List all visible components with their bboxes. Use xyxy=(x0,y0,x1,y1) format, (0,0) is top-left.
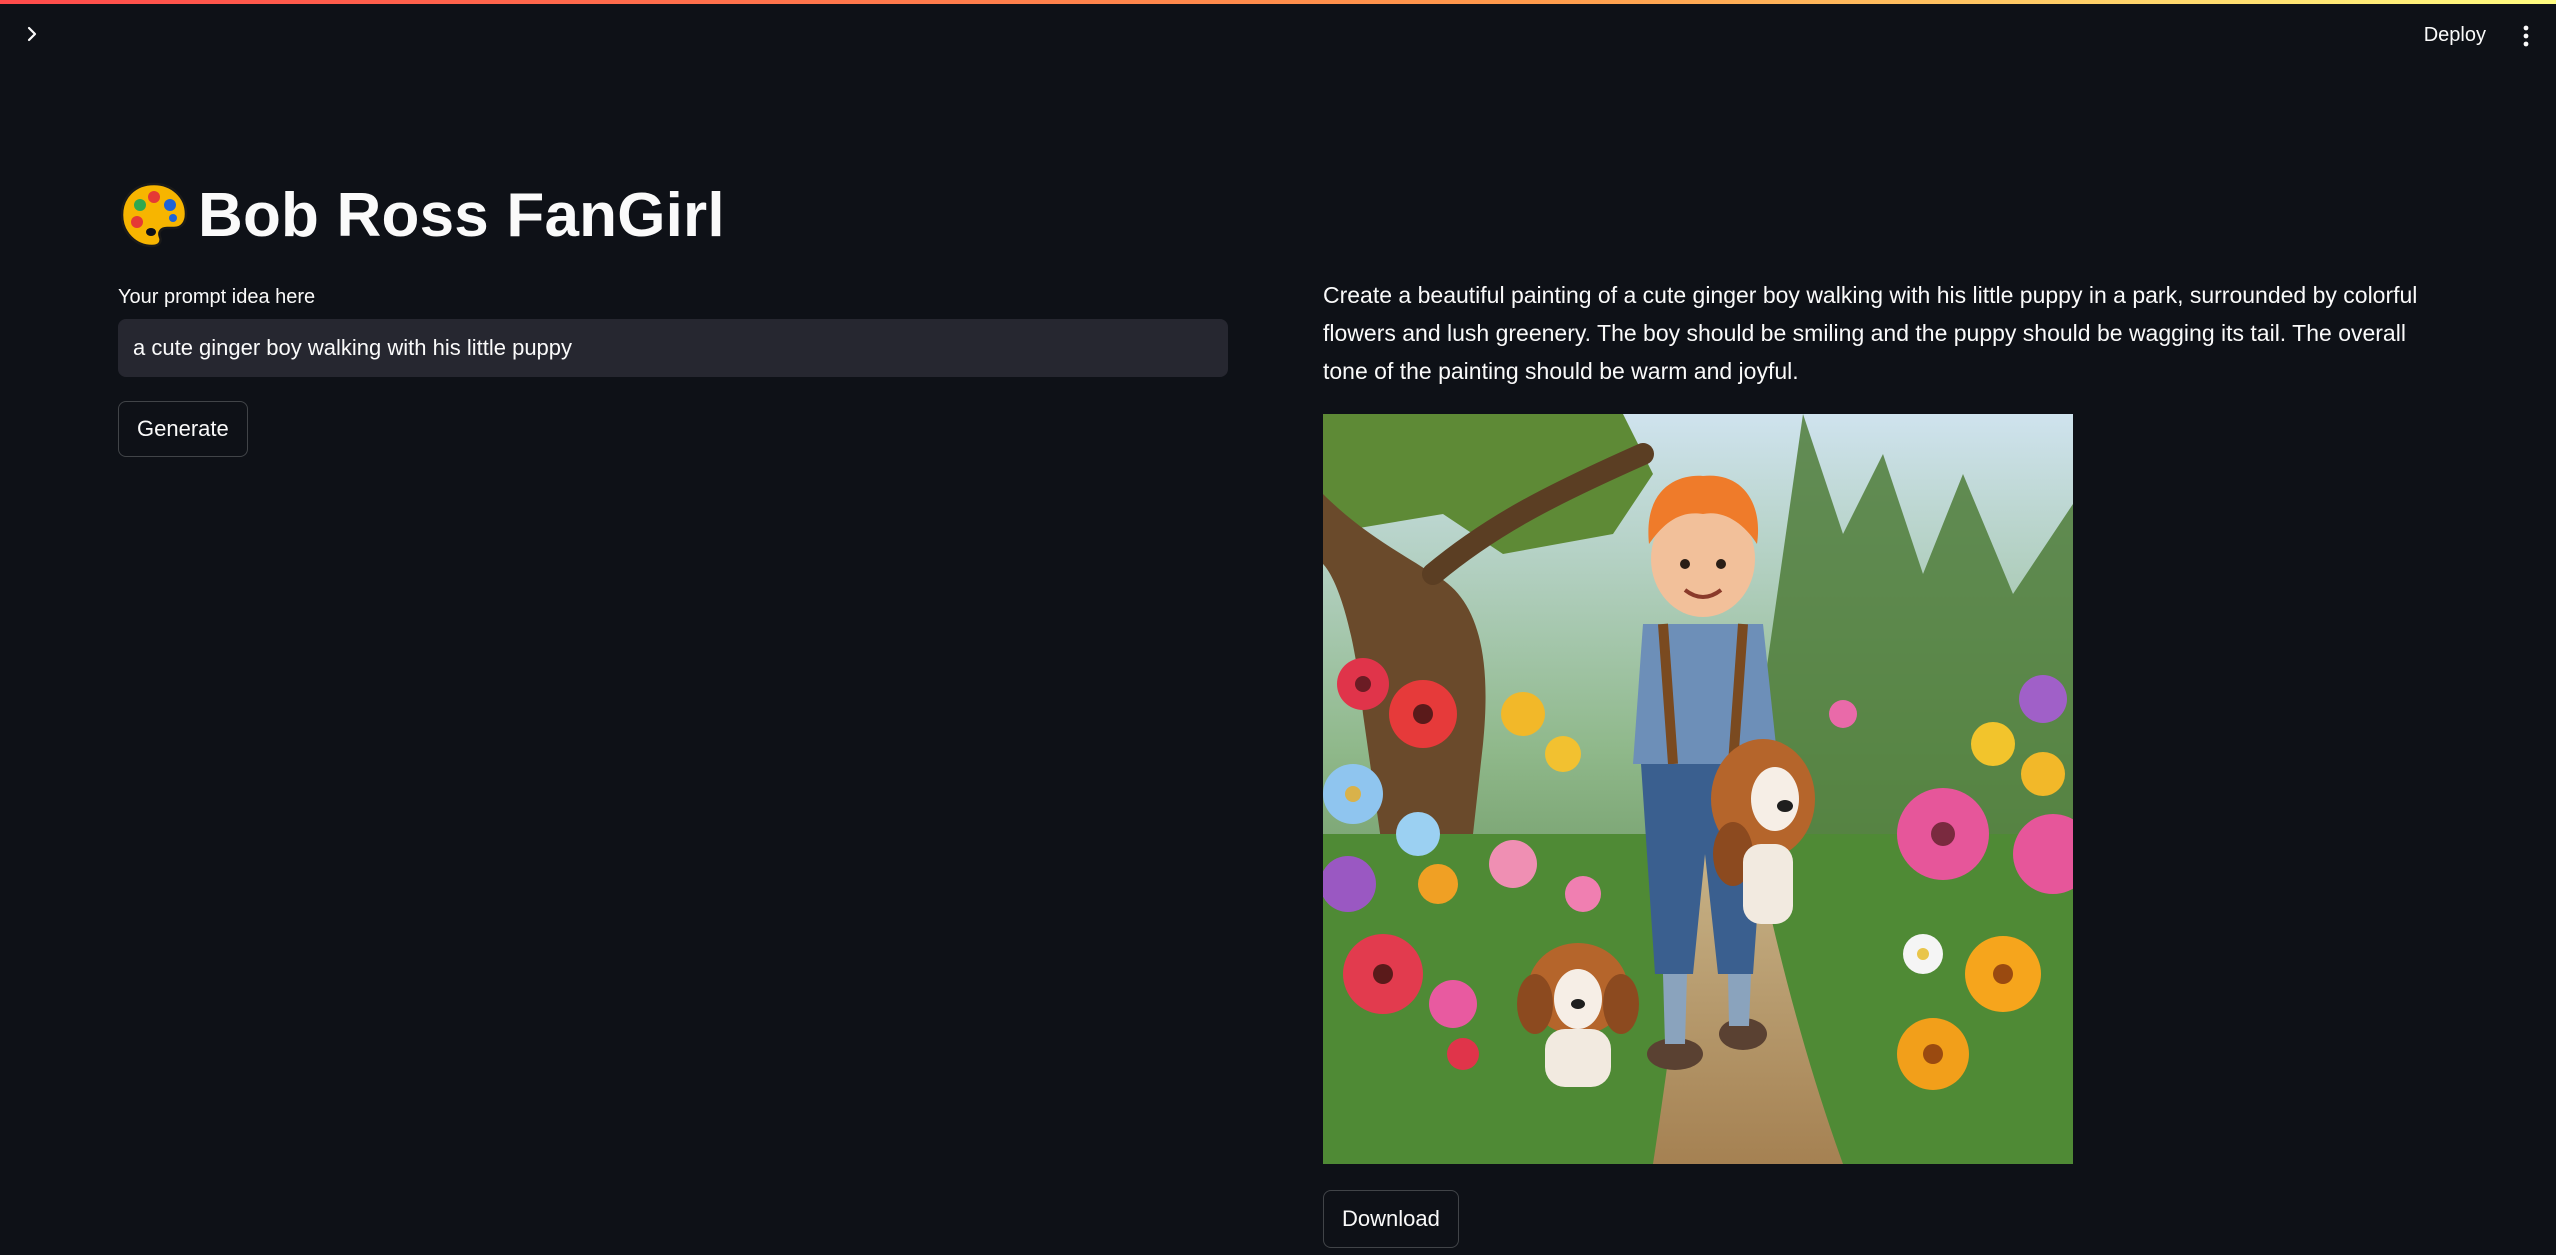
prompt-label: Your prompt idea here xyxy=(118,286,316,308)
sidebar-expand-button[interactable] xyxy=(16,18,48,50)
artist-palette-icon xyxy=(120,182,188,248)
chevron-right-icon xyxy=(27,26,37,42)
page-title-row: Bob Ross FanGirl xyxy=(118,160,1228,270)
download-button[interactable]: Download xyxy=(1323,1190,1459,1248)
page-title: Bob Ross FanGirl xyxy=(198,180,725,250)
right-column: Create a beautiful painting of a cute gi… xyxy=(1323,276,2423,1248)
generated-painting-image xyxy=(1323,414,2073,1164)
prompt-input[interactable] xyxy=(118,319,1228,377)
main-menu-button[interactable] xyxy=(2514,20,2538,52)
generate-button[interactable]: Generate xyxy=(118,401,248,457)
more-vertical-icon xyxy=(2523,25,2529,47)
deploy-button[interactable]: Deploy xyxy=(2424,24,2486,47)
left-column: Bob Ross FanGirl Your prompt idea here G… xyxy=(118,160,1228,457)
app-header: Deploy xyxy=(0,4,2556,70)
generated-prompt-text: Create a beautiful painting of a cute gi… xyxy=(1323,282,2418,384)
